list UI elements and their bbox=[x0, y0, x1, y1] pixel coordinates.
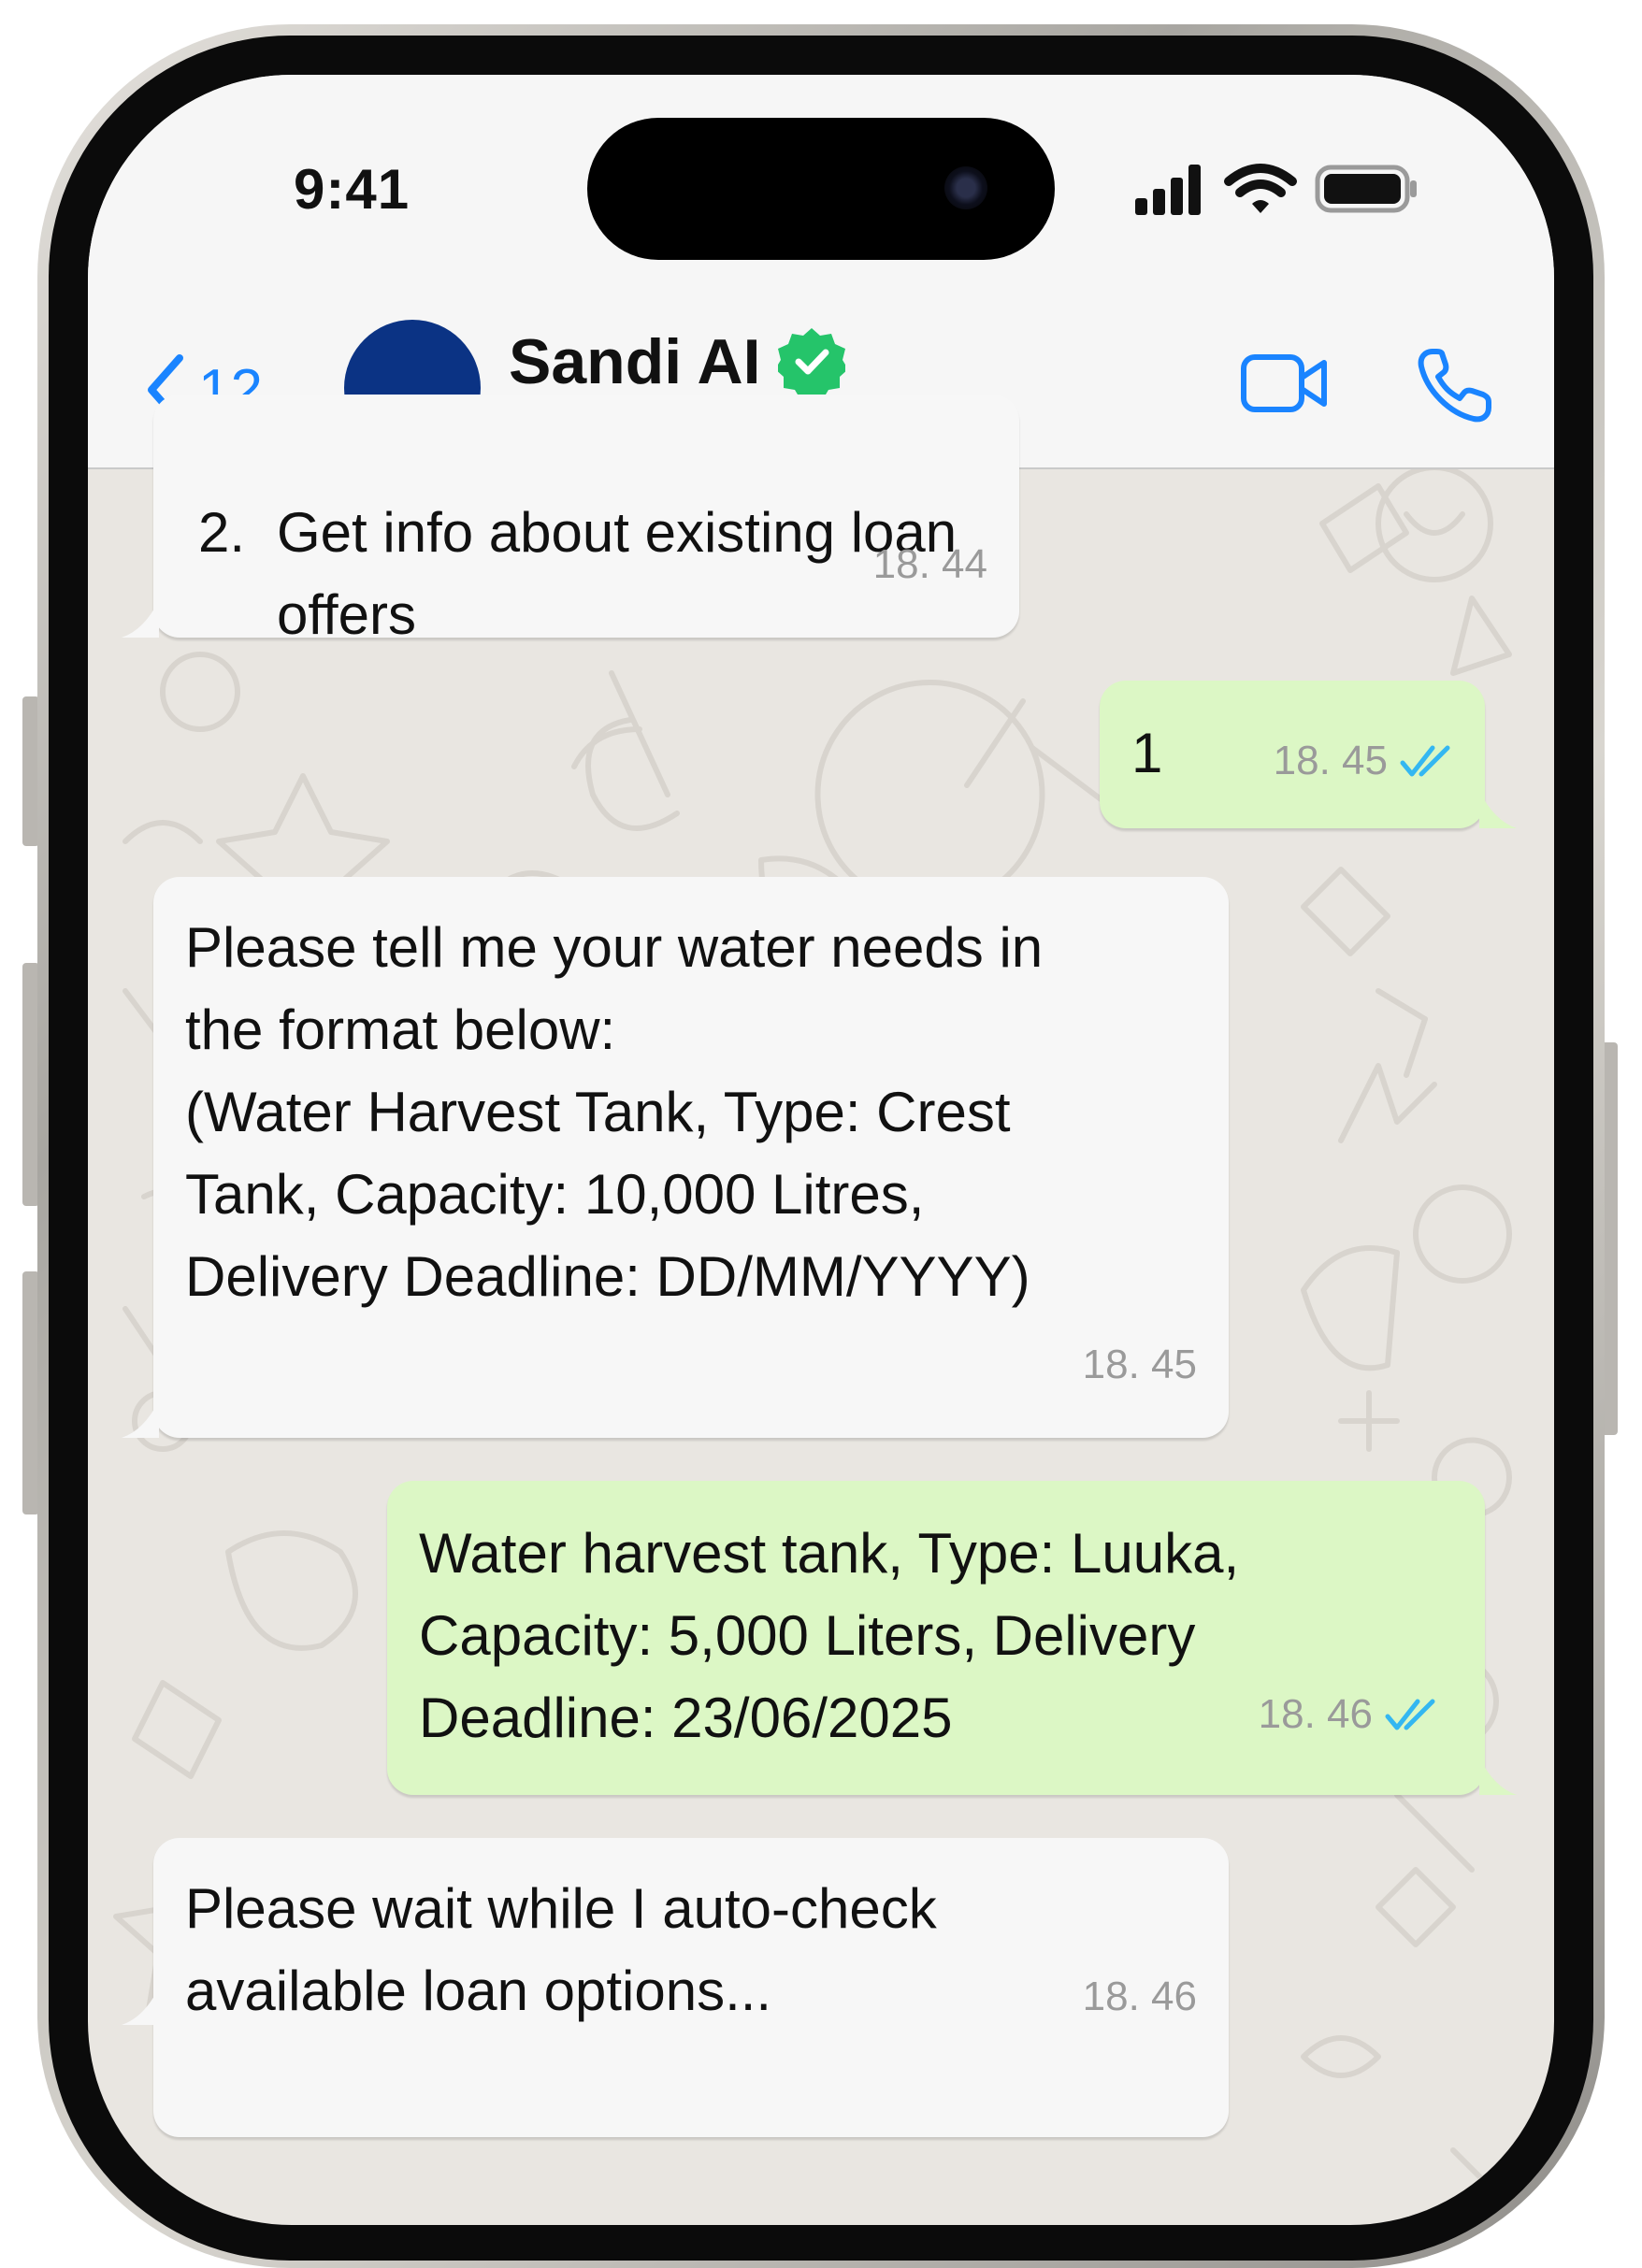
message-text: Get info about existing loan offers bbox=[277, 492, 1118, 656]
bubble-tail bbox=[1479, 791, 1517, 828]
contact-name-text: Sandi AI bbox=[509, 326, 761, 397]
verified-badge-icon bbox=[777, 328, 845, 395]
message-text-line: Delivery Deadline: DD/MM/YYYY) bbox=[185, 1245, 1030, 1308]
message-text-line: (Water Harvest Tank, Type: Crest bbox=[185, 1081, 1011, 1143]
message-meta: 18. 46 bbox=[1259, 1673, 1442, 1756]
bubble-tail bbox=[1479, 1758, 1517, 1795]
message-bubble-incoming[interactable]: Please tell me your water needs in the f… bbox=[122, 877, 1229, 1438]
message-bubble-outgoing[interactable]: Water harvest tank, Type: Luuka, Capacit… bbox=[387, 1481, 1517, 1795]
phone-call-icon[interactable] bbox=[1416, 346, 1494, 424]
message-text-line: Get info about existing loan bbox=[277, 501, 958, 564]
message-text-line: offers bbox=[277, 583, 416, 646]
message-time: 18. 46 bbox=[1082, 1974, 1197, 2019]
message-text-line: Deadline: 23/06/2025 bbox=[419, 1687, 953, 1749]
battery-icon bbox=[1315, 165, 1417, 213]
list-number: 2. bbox=[198, 501, 246, 564]
message-text: 1 bbox=[1131, 722, 1163, 784]
wifi-icon bbox=[1224, 164, 1297, 213]
double-check-icon bbox=[1385, 1699, 1435, 1730]
message-bubble-incoming[interactable]: 2. Get info about existing loan offers 1… bbox=[122, 395, 1019, 646]
message-bubble-incoming[interactable]: Please wait while I auto-check available… bbox=[122, 1838, 1229, 2137]
message-text-line: available loan options... bbox=[185, 1959, 772, 2022]
status-time: 9:41 bbox=[294, 158, 410, 221]
message-meta: 18. 45 bbox=[1274, 720, 1457, 802]
message-time: 18. 45 bbox=[1082, 1342, 1197, 1387]
bubble-tail bbox=[122, 1400, 159, 1438]
message-text-line: Water harvest tank, Type: Luuka, bbox=[419, 1522, 1240, 1585]
double-check-icon bbox=[1400, 745, 1450, 777]
signal-icon bbox=[1135, 165, 1201, 215]
message-text: Water harvest tank, Type: Luuka, Capacit… bbox=[419, 1513, 1239, 1759]
chat-screen: 9:41 12 Sandi AI 2. Get info about exist… bbox=[88, 75, 1554, 2225]
dynamic-island bbox=[587, 118, 1055, 260]
message-time: 18. 45 bbox=[1273, 738, 1388, 783]
message-text-line: Please wait while I auto-check bbox=[185, 1877, 937, 1940]
message-bubble-outgoing[interactable]: 1 18. 45 bbox=[1100, 681, 1517, 828]
front-camera bbox=[944, 166, 987, 209]
message-text-line: Tank, Capacity: 10,000 Litres, bbox=[185, 1163, 925, 1226]
message-text: Please tell me your water needs in the f… bbox=[185, 907, 1043, 1318]
contact-name[interactable]: Sandi AI bbox=[509, 325, 845, 398]
bubble-tail bbox=[122, 600, 159, 638]
message-text: Please wait while I auto-check available… bbox=[185, 1868, 937, 2032]
message-text-line: the format below: bbox=[185, 998, 616, 1061]
video-call-icon[interactable] bbox=[1240, 352, 1330, 415]
message-time: 18. 44 bbox=[872, 541, 987, 587]
message-time: 18. 46 bbox=[1258, 1691, 1373, 1737]
message-text-line: Please tell me your water needs in bbox=[185, 916, 1044, 979]
bubble-tail bbox=[122, 1988, 159, 2025]
message-text-line: Capacity: 5,000 Liters, Delivery bbox=[419, 1604, 1196, 1667]
